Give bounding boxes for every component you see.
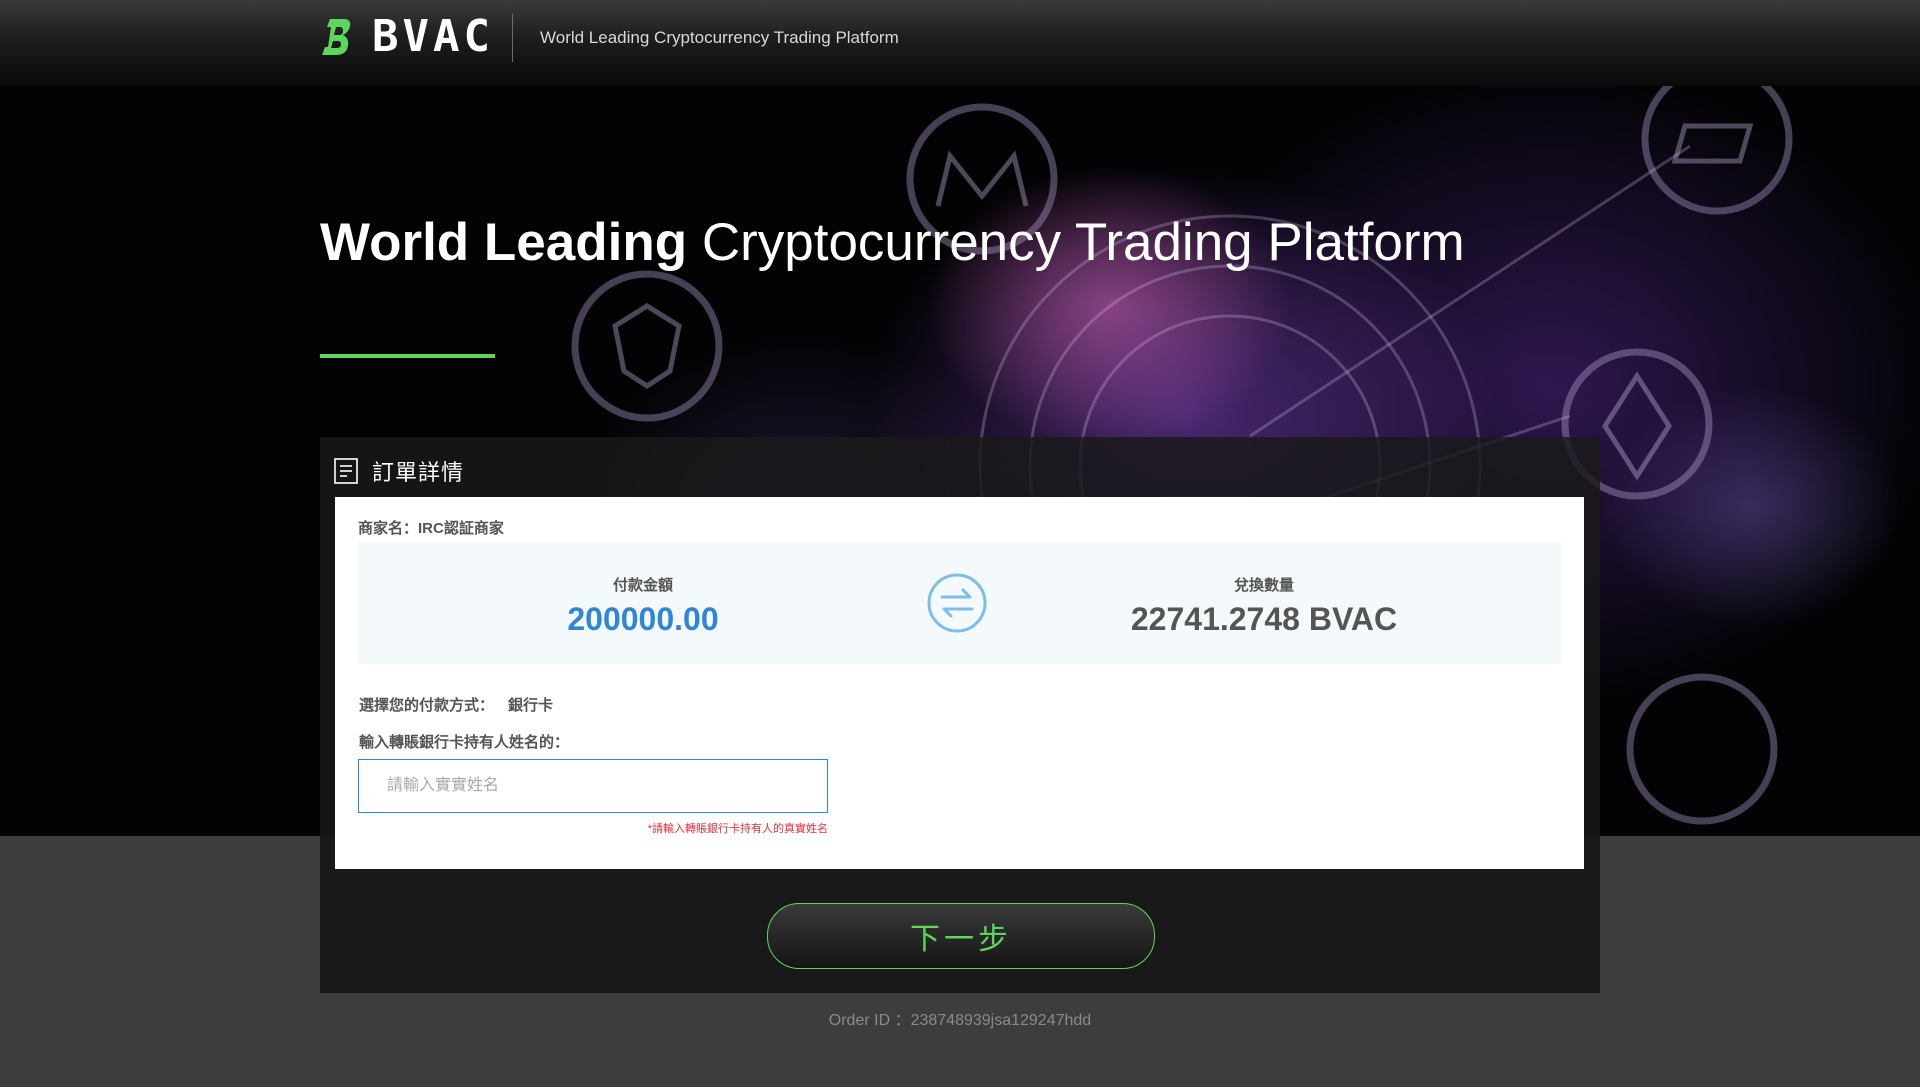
top-header: BVAC World Leading Cryptocurrency Tradin… <box>0 0 1920 86</box>
panel-title: 訂單詳情 <box>372 460 465 485</box>
conversion-box: 付款金額 200000.00 兌換數量 22741.2748 BVAC <box>358 542 1561 664</box>
panel-header: 訂單詳情 <box>334 451 464 491</box>
brand-name: BVAC <box>372 11 494 62</box>
exchange-qty-block: 兌換數量 22741.2748 BVAC <box>1084 574 1444 638</box>
header-tagline: World Leading Cryptocurrency Trading Pla… <box>540 28 899 47</box>
document-icon <box>334 458 358 484</box>
payment-amount-label: 付款金額 <box>612 577 673 594</box>
header-divider <box>512 14 513 62</box>
order-id: Order ID ：238748939jsa129247hdd <box>828 1012 1092 1029</box>
swap-arrows-icon <box>927 573 987 633</box>
next-step-button[interactable]: 下一步 <box>767 903 1155 969</box>
holder-name-hint: *請輸入轉賬銀行卡持有人的真實姓名 <box>647 823 828 835</box>
payment-amount-block: 付款金額 200000.00 <box>463 574 823 638</box>
holder-name-input[interactable] <box>358 759 828 813</box>
brand-logo[interactable]: BVAC <box>322 14 494 60</box>
hero-title-rest: Cryptocurrency Trading Platform <box>701 213 1465 272</box>
exchange-qty-value: 22741.2748 BVAC <box>1130 601 1398 637</box>
order-card: 商家名：IRC認証商家 付款金額 200000.00 兌換數量 22741.27… <box>335 497 1584 869</box>
payment-amount-value: 200000.00 <box>567 601 719 637</box>
merchant-name: 商家名：IRC認証商家 <box>358 520 504 537</box>
bvac-logo-icon <box>322 19 351 55</box>
hero-accent-line <box>320 354 495 358</box>
hero-title-bold: World Leading <box>320 213 688 272</box>
exchange-qty-label: 兌換數量 <box>1233 577 1294 594</box>
hero-title: World Leading Cryptocurrency Trading Pla… <box>320 211 1465 275</box>
holder-name-label: 輸入轉賬銀行卡持有人姓名的： <box>359 734 570 751</box>
payment-method-value[interactable]: 銀行卡 <box>508 697 553 714</box>
payment-method-label: 選擇您的付款方式： <box>359 697 495 714</box>
order-panel: 訂單詳情 商家名：IRC認証商家 付款金額 200000.00 兌換數量 227… <box>320 437 1600 993</box>
payment-method-row: 選擇您的付款方式： 銀行卡 <box>359 694 553 715</box>
